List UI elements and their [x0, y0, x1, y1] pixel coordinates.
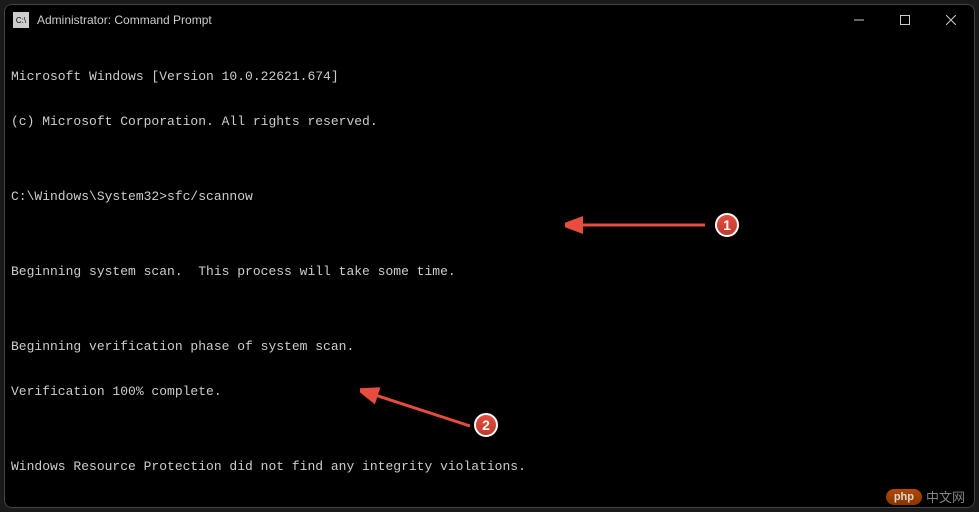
command-prompt-window: C:\ Administrator: Command Prompt Micros… [4, 4, 975, 508]
window-controls [836, 5, 974, 35]
watermark: php 中文网 [886, 487, 965, 506]
maximize-button[interactable] [882, 5, 928, 35]
titlebar[interactable]: C:\ Administrator: Command Prompt [5, 5, 974, 35]
output-line: Microsoft Windows [Version 10.0.22621.67… [11, 69, 968, 84]
output-line: Verification 100% complete. [11, 384, 968, 399]
close-button[interactable] [928, 5, 974, 35]
output-line: Beginning verification phase of system s… [11, 339, 968, 354]
minimize-button[interactable] [836, 5, 882, 35]
window-title: Administrator: Command Prompt [37, 13, 836, 27]
arrow-icon [565, 213, 715, 237]
badge-1: 1 [715, 213, 739, 237]
output-line: Windows Resource Protection did not find… [11, 459, 968, 474]
terminal-content[interactable]: Microsoft Windows [Version 10.0.22621.67… [5, 35, 974, 508]
watermark-pill: php [886, 489, 922, 505]
cmd-icon: C:\ [13, 12, 29, 28]
annotation-1: 1 [565, 213, 739, 237]
output-line: Beginning system scan. This process will… [11, 264, 968, 279]
prompt-line: C:\Windows\System32>sfc/scannow [11, 189, 968, 204]
badge-2: 2 [474, 413, 498, 437]
watermark-text: 中文网 [926, 487, 965, 506]
output-line: (c) Microsoft Corporation. All rights re… [11, 114, 968, 129]
